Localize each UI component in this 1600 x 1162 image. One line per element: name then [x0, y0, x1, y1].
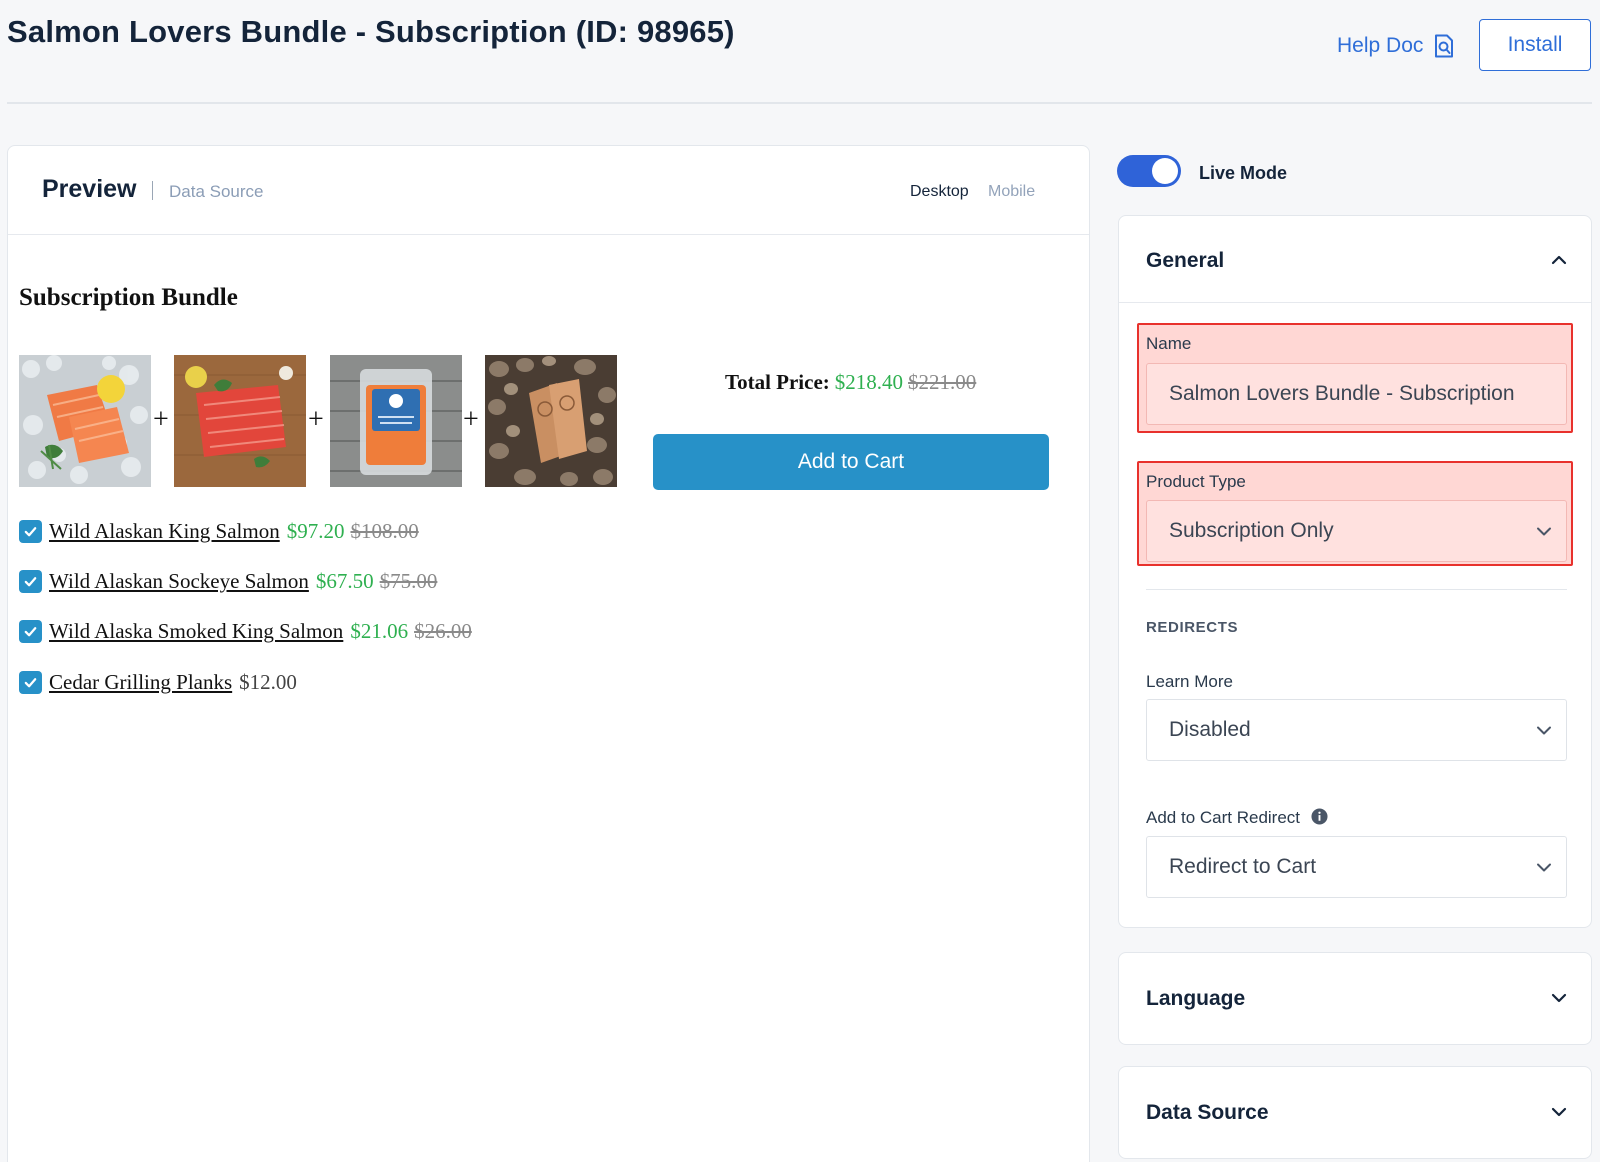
- language-card-header[interactable]: Language: [1119, 953, 1591, 1041]
- total-price: Total Price: $218.40 $221.00: [725, 370, 976, 395]
- chevron-down-icon: [1551, 993, 1567, 1003]
- header-divider: [7, 102, 1592, 104]
- general-card-title: General: [1146, 249, 1225, 272]
- live-mode-toggle[interactable]: [1117, 155, 1181, 187]
- language-card: Language: [1118, 952, 1592, 1045]
- checkmark-icon: [24, 577, 37, 587]
- item-original-price: $75.00: [379, 569, 438, 593]
- product-type-label: Product Type: [1146, 472, 1246, 491]
- product-image-king-salmon[interactable]: [19, 355, 151, 487]
- total-price-original: $221.00: [908, 370, 977, 394]
- general-card: General Name Salmon Lovers Bundle - Subs…: [1118, 215, 1592, 928]
- tab-data-source[interactable]: Data Source: [169, 182, 264, 202]
- learn-more-label: Learn More: [1146, 672, 1233, 691]
- item-price: $12.00: [239, 670, 297, 694]
- plus-separator: +: [308, 404, 324, 435]
- page-title: Salmon Lovers Bundle - Subscription (ID:…: [7, 14, 735, 49]
- list-item: Wild Alaskan Sockeye Salmon $67.50 $75.0…: [19, 569, 437, 594]
- product-type-value: Subscription Only: [1169, 519, 1334, 542]
- tab-separator: [152, 181, 153, 200]
- bundle-title: Subscription Bundle: [19, 284, 238, 311]
- checkmark-icon: [24, 678, 37, 688]
- item-sale-price: $21.06: [350, 619, 409, 643]
- name-input[interactable]: Salmon Lovers Bundle - Subscription: [1146, 363, 1567, 425]
- item-checkbox[interactable]: [19, 570, 42, 593]
- list-item: Wild Alaskan King Salmon $97.20 $108.00: [19, 519, 419, 544]
- live-mode-label: Live Mode: [1199, 163, 1288, 183]
- add-to-cart-redirect-value: Redirect to Cart: [1169, 855, 1317, 878]
- checkmark-icon: [24, 527, 37, 537]
- document-search-icon: [1435, 34, 1454, 58]
- total-price-sale: $218.40: [834, 370, 904, 394]
- item-link[interactable]: Wild Alaskan King Salmon: [49, 519, 280, 544]
- item-link[interactable]: Wild Alaska Smoked King Salmon: [49, 619, 343, 644]
- preview-panel: Preview Data Source Desktop Mobile Subsc…: [7, 145, 1090, 1162]
- add-to-cart-redirect-select[interactable]: Redirect to Cart: [1146, 836, 1567, 898]
- info-icon[interactable]: [1311, 808, 1328, 825]
- product-image-sockeye-salmon[interactable]: [174, 355, 306, 487]
- preview-header: Preview Data Source Desktop Mobile: [8, 146, 1089, 235]
- list-item: Wild Alaska Smoked King Salmon $21.06 $2…: [19, 619, 472, 644]
- plus-separator: +: [463, 404, 479, 435]
- item-original-price: $108.00: [350, 519, 419, 543]
- item-link[interactable]: Wild Alaskan Sockeye Salmon: [49, 569, 309, 594]
- item-original-price: $26.00: [414, 619, 472, 643]
- install-button[interactable]: Install: [1479, 19, 1591, 71]
- learn-more-select[interactable]: Disabled: [1146, 699, 1567, 761]
- product-image-smoked-salmon[interactable]: [330, 355, 462, 487]
- list-item: Cedar Grilling Planks $12.00: [19, 670, 297, 695]
- help-doc-label: Help Doc: [1337, 34, 1424, 57]
- data-source-card-header[interactable]: Data Source: [1119, 1067, 1591, 1155]
- chevron-down-icon: [1537, 863, 1551, 872]
- item-checkbox[interactable]: [19, 520, 42, 543]
- tab-preview[interactable]: Preview: [42, 175, 137, 204]
- chevron-down-icon: [1537, 726, 1551, 735]
- chevron-down-icon: [1551, 1107, 1567, 1117]
- plus-separator: +: [153, 404, 169, 435]
- data-source-card-title: Data Source: [1146, 1101, 1269, 1124]
- total-price-label: Total Price:: [725, 370, 830, 394]
- help-doc-link[interactable]: Help Doc: [1337, 34, 1455, 58]
- name-input-value: Salmon Lovers Bundle - Subscription: [1169, 382, 1515, 405]
- item-link[interactable]: Cedar Grilling Planks: [49, 670, 232, 695]
- checkmark-icon: [24, 627, 37, 637]
- section-divider: [1146, 589, 1567, 590]
- product-image-cedar-planks[interactable]: [485, 355, 617, 487]
- general-card-header[interactable]: General: [1119, 216, 1591, 303]
- redirects-caption: REDIRECTS: [1146, 619, 1239, 636]
- data-source-card: Data Source: [1118, 1066, 1592, 1159]
- item-sale-price: $97.20: [286, 519, 345, 543]
- chevron-down-icon: [1537, 527, 1551, 536]
- add-to-cart-button[interactable]: Add to Cart: [653, 434, 1049, 490]
- add-to-cart-redirect-label: Add to Cart Redirect: [1146, 808, 1328, 828]
- product-type-select[interactable]: Subscription Only: [1146, 500, 1567, 562]
- item-sale-price: $67.50: [315, 569, 374, 593]
- add-to-cart-redirect-label-text: Add to Cart Redirect: [1146, 808, 1301, 827]
- learn-more-value: Disabled: [1169, 718, 1251, 741]
- toggle-knob: [1152, 158, 1178, 184]
- device-desktop-toggle[interactable]: Desktop: [910, 183, 969, 201]
- language-card-title: Language: [1146, 987, 1246, 1010]
- item-checkbox[interactable]: [19, 671, 42, 694]
- item-checkbox[interactable]: [19, 620, 42, 643]
- chevron-up-icon: [1551, 255, 1567, 265]
- device-mobile-toggle[interactable]: Mobile: [988, 183, 1035, 201]
- name-label: Name: [1146, 334, 1192, 353]
